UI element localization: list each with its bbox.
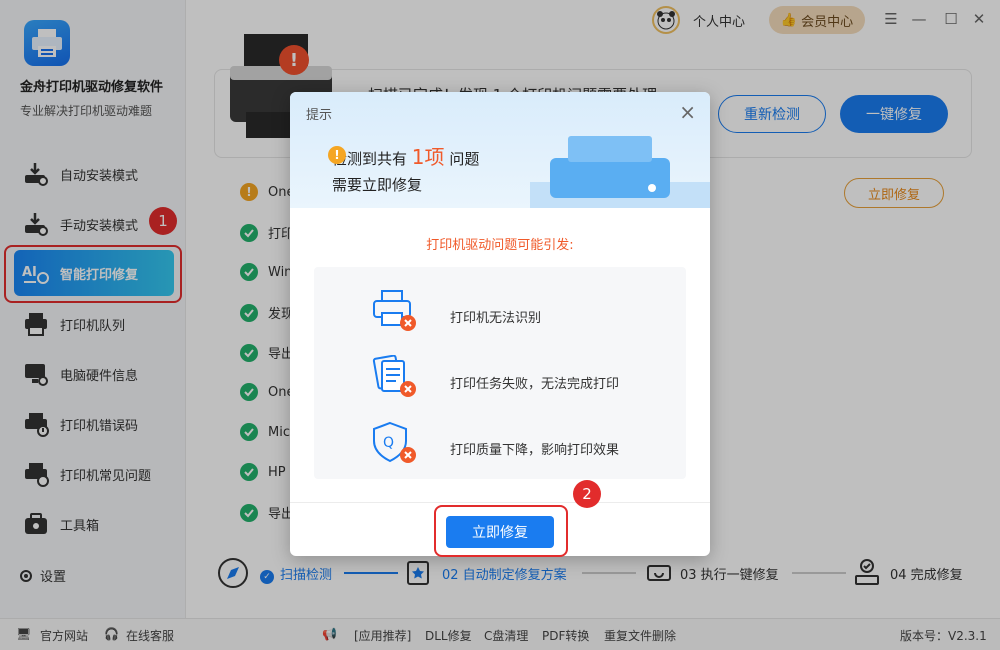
list-item: 打印机无法识别 xyxy=(373,290,541,331)
step-badge-2: 2 xyxy=(573,480,601,508)
dialog-subtitle: 打印机驱动问题可能引发: xyxy=(426,238,574,253)
list-item: Q 打印质量下降，影响打印效果 xyxy=(373,421,619,463)
list-item: 打印任务失败，无法完成打印 xyxy=(372,355,619,397)
dialog-divider xyxy=(290,502,710,503)
dialog-header: 提示 × 检测到共有 1项 问题 需要立即修复 xyxy=(290,92,710,208)
issue-count: 1项 xyxy=(411,145,445,169)
dialog-title: 提示 xyxy=(306,108,333,123)
print-task-error-icon xyxy=(372,355,416,397)
printer-banner-illustration xyxy=(530,136,710,208)
issue-list: 打印机无法识别 打印任务失败，无法完成打印 Q 打印质量下降，影响打印效果 xyxy=(314,267,686,479)
quality-error-icon: Q xyxy=(373,421,416,463)
svg-text:Q: Q xyxy=(383,435,394,451)
printer-error-icon xyxy=(373,290,416,331)
alert-dialog: 提示 × 检测到共有 1项 问题 需要立即修复 ! 打印机驱动问题可能引发: 打… xyxy=(290,92,710,556)
highlight-fix-now xyxy=(434,505,568,557)
dialog-message: 检测到共有 1项 问题 需要立即修复 xyxy=(332,145,480,194)
dialog-close-icon[interactable]: × xyxy=(679,100,696,124)
warning-icon: ! xyxy=(328,146,346,164)
